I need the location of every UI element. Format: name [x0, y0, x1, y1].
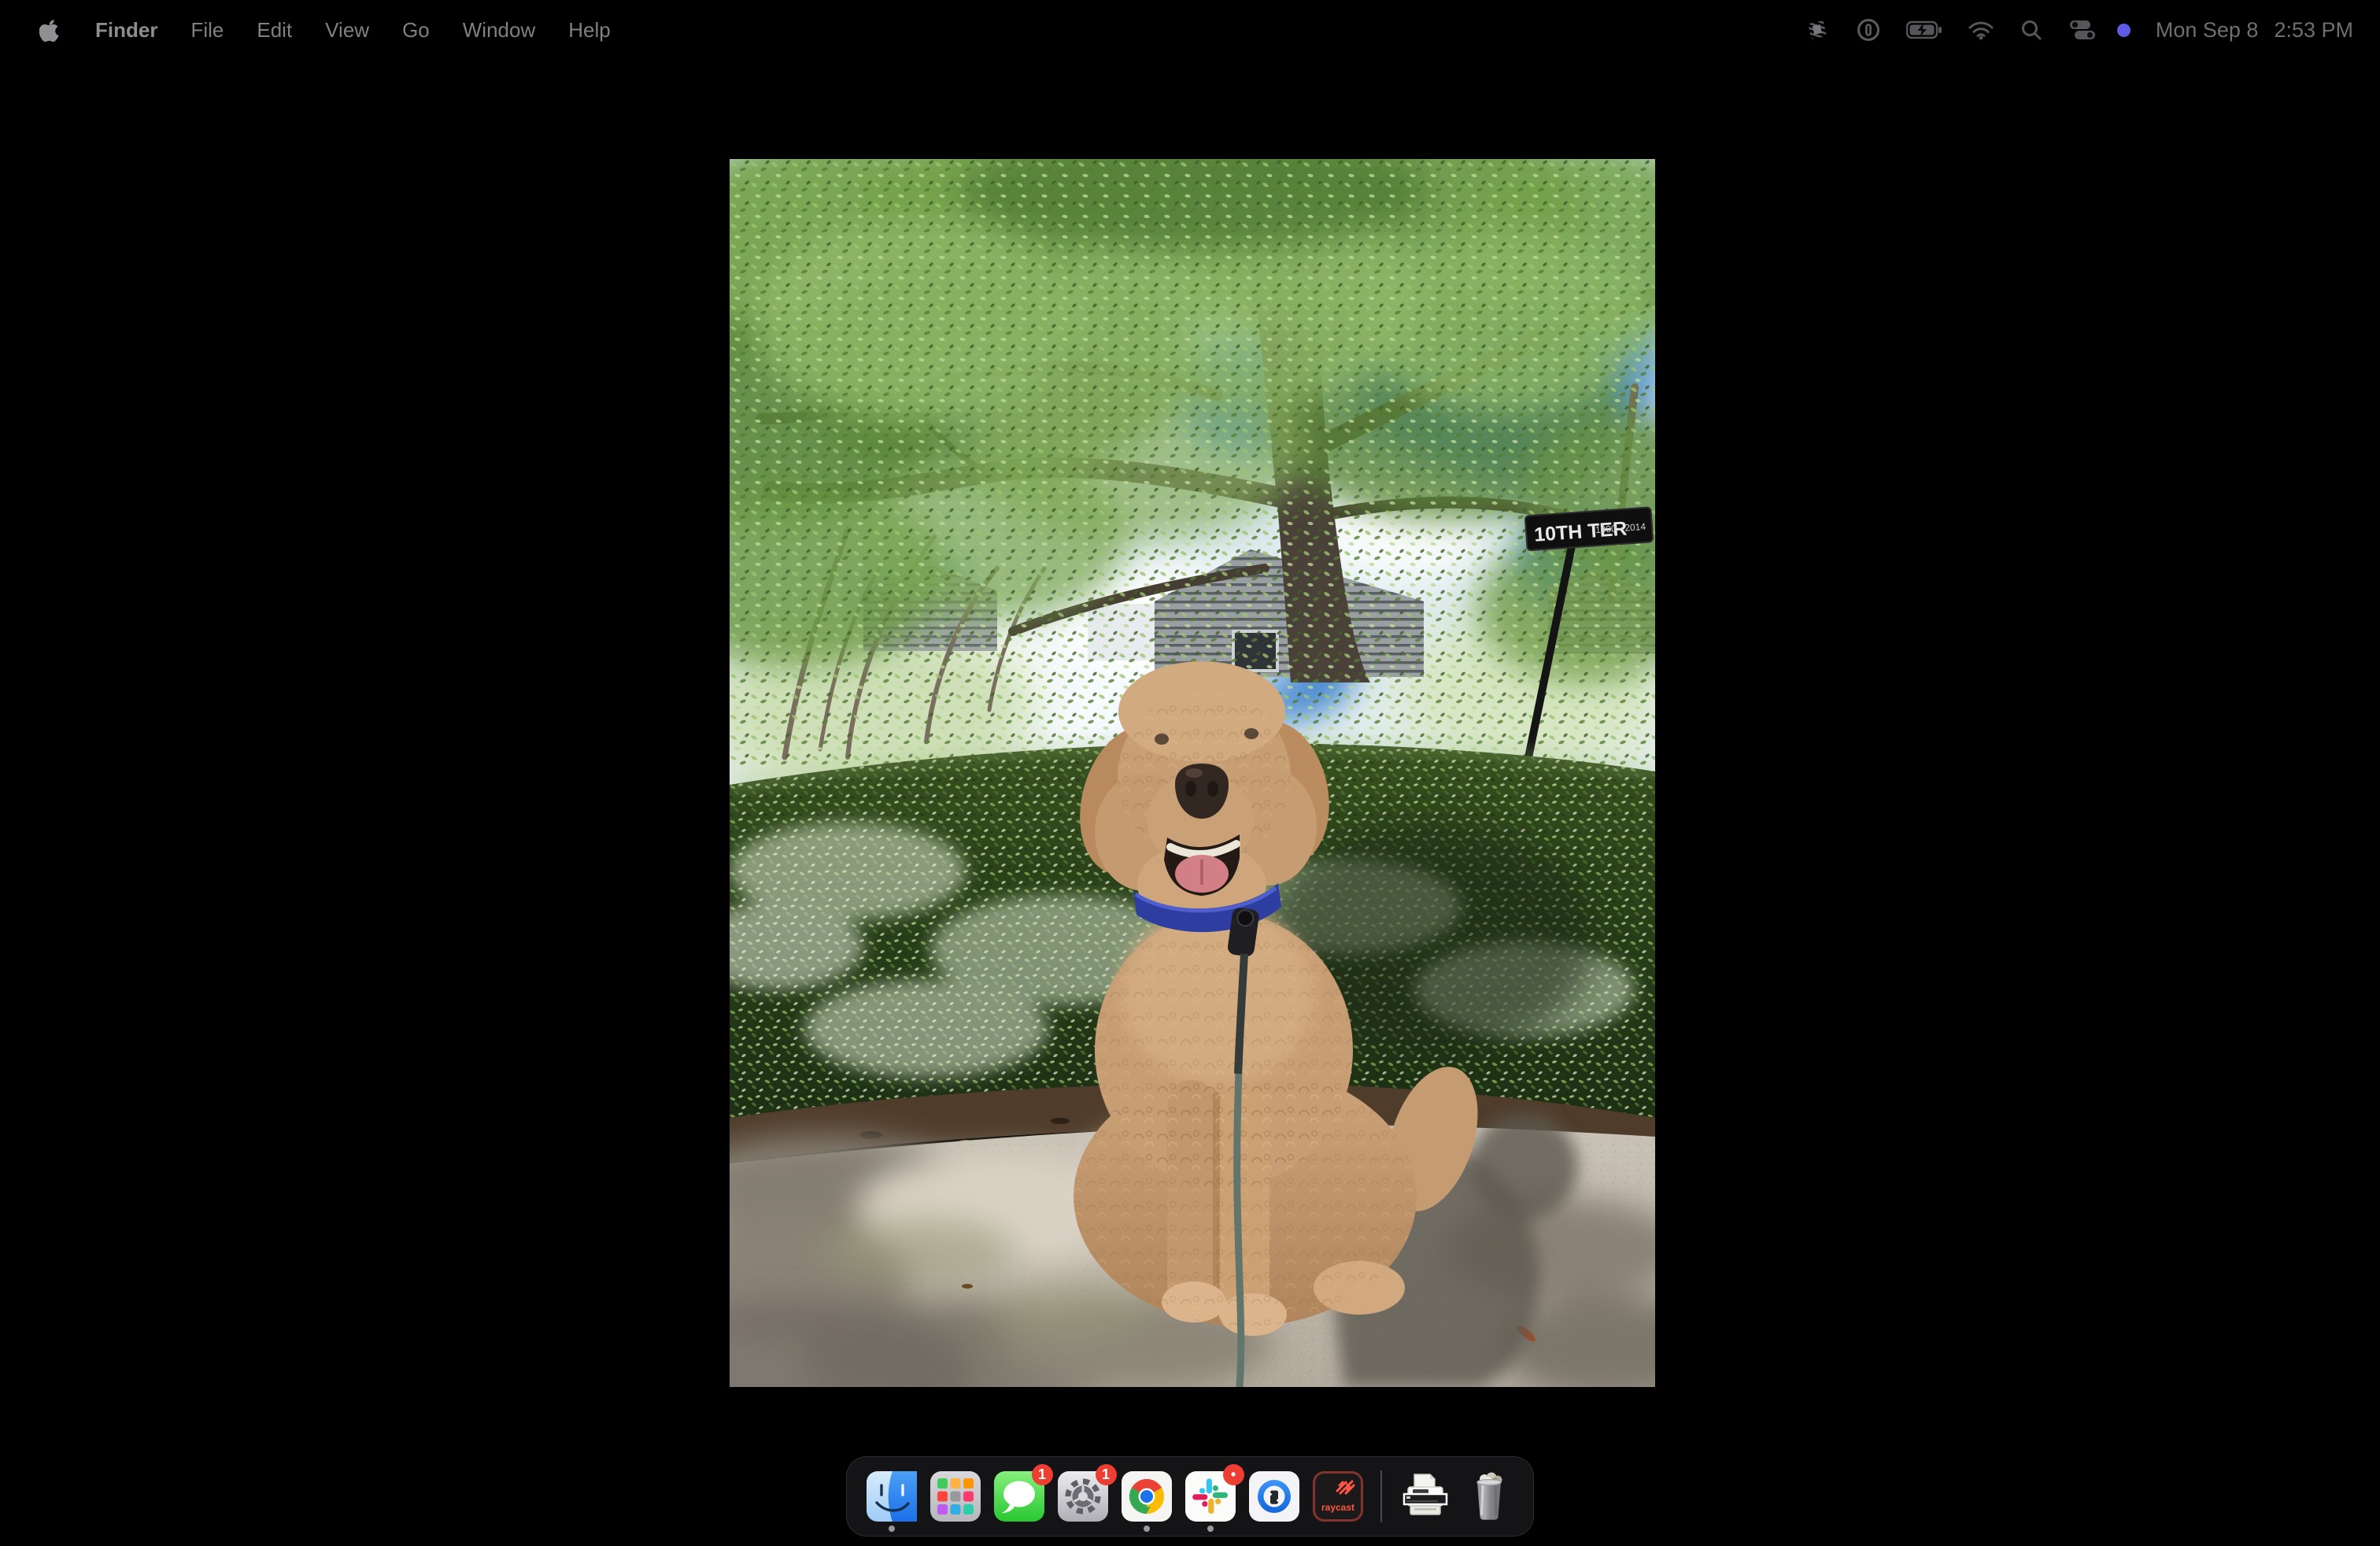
dock-finder[interactable] [867, 1471, 917, 1522]
menu-help[interactable]: Help [552, 0, 626, 60]
dock-trash[interactable] [1464, 1471, 1514, 1522]
menu-view[interactable]: View [309, 0, 386, 60]
notification-badge: 1 [1032, 1464, 1053, 1485]
dock-chrome[interactable] [1122, 1471, 1172, 1522]
spotlight-search-icon[interactable] [2020, 18, 2043, 42]
menu-finder[interactable]: Finder [79, 0, 174, 60]
running-indicator [1207, 1526, 1214, 1532]
running-indicator [889, 1526, 895, 1532]
launchpad-icon [930, 1471, 981, 1522]
battery-charging-icon[interactable] [1906, 20, 1942, 39]
1password-icon [1249, 1471, 1299, 1522]
dock: 1 1 [846, 1456, 1534, 1537]
apple-logo-icon [39, 18, 60, 42]
menu-window[interactable]: Window [446, 0, 552, 60]
menu-bar-left: Finder File Edit View Go Window Help [0, 0, 627, 60]
trash-full-icon [1464, 1471, 1514, 1522]
menu-edit[interactable]: Edit [240, 0, 309, 60]
focus-indicator-dot[interactable] [2117, 24, 2131, 37]
finder-icon [867, 1471, 917, 1522]
dock-messages[interactable]: 1 [994, 1471, 1044, 1522]
menu-bar: Finder File Edit View Go Window Help [0, 0, 2380, 60]
notification-badge: • [1223, 1464, 1244, 1485]
svg-text:raycast: raycast [1321, 1502, 1354, 1513]
striped-screen-icon[interactable] [1804, 17, 1831, 43]
dock-system-settings[interactable]: 1 [1058, 1471, 1108, 1522]
1password-menu-icon[interactable] [1856, 17, 1881, 43]
dock-raycast[interactable]: raycast [1313, 1471, 1363, 1522]
dock-launchpad[interactable] [930, 1471, 981, 1522]
menu-go[interactable]: Go [386, 0, 446, 60]
raycast-icon: raycast [1313, 1471, 1363, 1522]
dock-printer[interactable] [1400, 1471, 1451, 1522]
menu-bar-clock[interactable]: Mon Sep 8 2:53 PM [2156, 18, 2353, 43]
printer-icon [1400, 1471, 1451, 1522]
control-center-icon[interactable] [2068, 18, 2097, 42]
dock-separator [1380, 1470, 1382, 1522]
clock-time: 2:53 PM [2274, 18, 2353, 43]
menu-bar-status: Mon Sep 8 2:53 PM [1804, 17, 2380, 43]
wifi-icon[interactable] [1968, 20, 1994, 40]
dock-1password[interactable] [1249, 1471, 1299, 1522]
clock-date: Mon Sep 8 [2156, 18, 2259, 43]
running-indicator [1144, 1526, 1150, 1532]
dock-slack[interactable]: • [1185, 1471, 1236, 1522]
photo-goldendoodle: 10TH TER 1900 - 2014 [730, 159, 1655, 1387]
apple-menu[interactable] [31, 18, 68, 42]
macos-desktop: { "menu_bar": { "apple_icon": "apple-log… [0, 0, 2380, 1546]
menu-file[interactable]: File [174, 0, 240, 60]
chrome-icon [1122, 1471, 1172, 1522]
notification-badge: 1 [1096, 1464, 1117, 1485]
